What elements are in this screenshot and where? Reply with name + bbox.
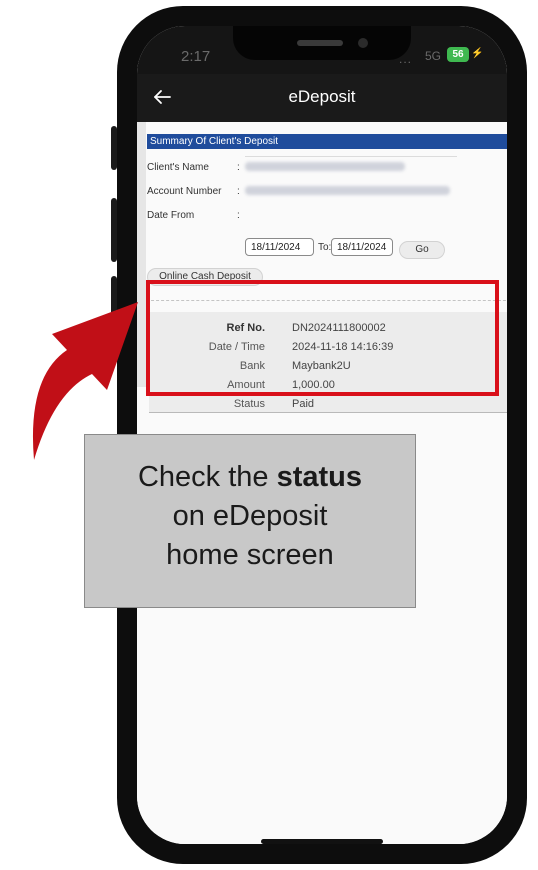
client-name-label: Client's Name: [147, 162, 209, 173]
notch: [233, 26, 411, 60]
status-time: 2:17: [181, 48, 211, 65]
divider: [245, 156, 457, 157]
date-from-input[interactable]: 18/11/2024: [245, 238, 314, 256]
side-button: [111, 126, 117, 170]
status-bar: 2:17 ... 5G 56 ⚡: [137, 26, 507, 74]
callout-text: Check the: [137, 461, 277, 493]
callout-text: on eDeposit: [172, 500, 328, 532]
client-name-value: [245, 162, 405, 171]
page-title: eDeposit: [288, 87, 356, 106]
to-label: To:: [318, 242, 332, 253]
home-indicator: [261, 839, 383, 844]
callout-text: home screen: [166, 539, 334, 571]
callout-emphasis: status: [276, 461, 363, 493]
status-value: Paid: [292, 398, 315, 410]
summary-header: Summary Of Client's Deposit: [147, 134, 507, 149]
speaker-grille: [297, 40, 343, 46]
account-number-label: Account Number: [147, 186, 222, 197]
app-header: eDeposit: [137, 74, 507, 122]
instruction-callout: Check the status on eDeposit home screen: [84, 434, 416, 608]
colon: :: [237, 162, 240, 173]
colon: :: [237, 210, 240, 221]
camera-icon: [358, 38, 368, 48]
network-label: 5G: [425, 49, 442, 63]
charging-icon: ⚡: [471, 48, 484, 59]
signal-icon: ...: [399, 52, 413, 66]
side-button: [111, 198, 117, 262]
highlight-box: [146, 280, 499, 396]
date-to-input[interactable]: 18/11/2024: [331, 238, 393, 256]
account-number-value: [245, 186, 450, 195]
battery-icon: 56: [447, 47, 469, 62]
status-label: Status: [233, 398, 265, 410]
go-button[interactable]: Go: [399, 241, 445, 259]
date-from-label: Date From: [147, 210, 195, 221]
colon: :: [237, 186, 240, 197]
